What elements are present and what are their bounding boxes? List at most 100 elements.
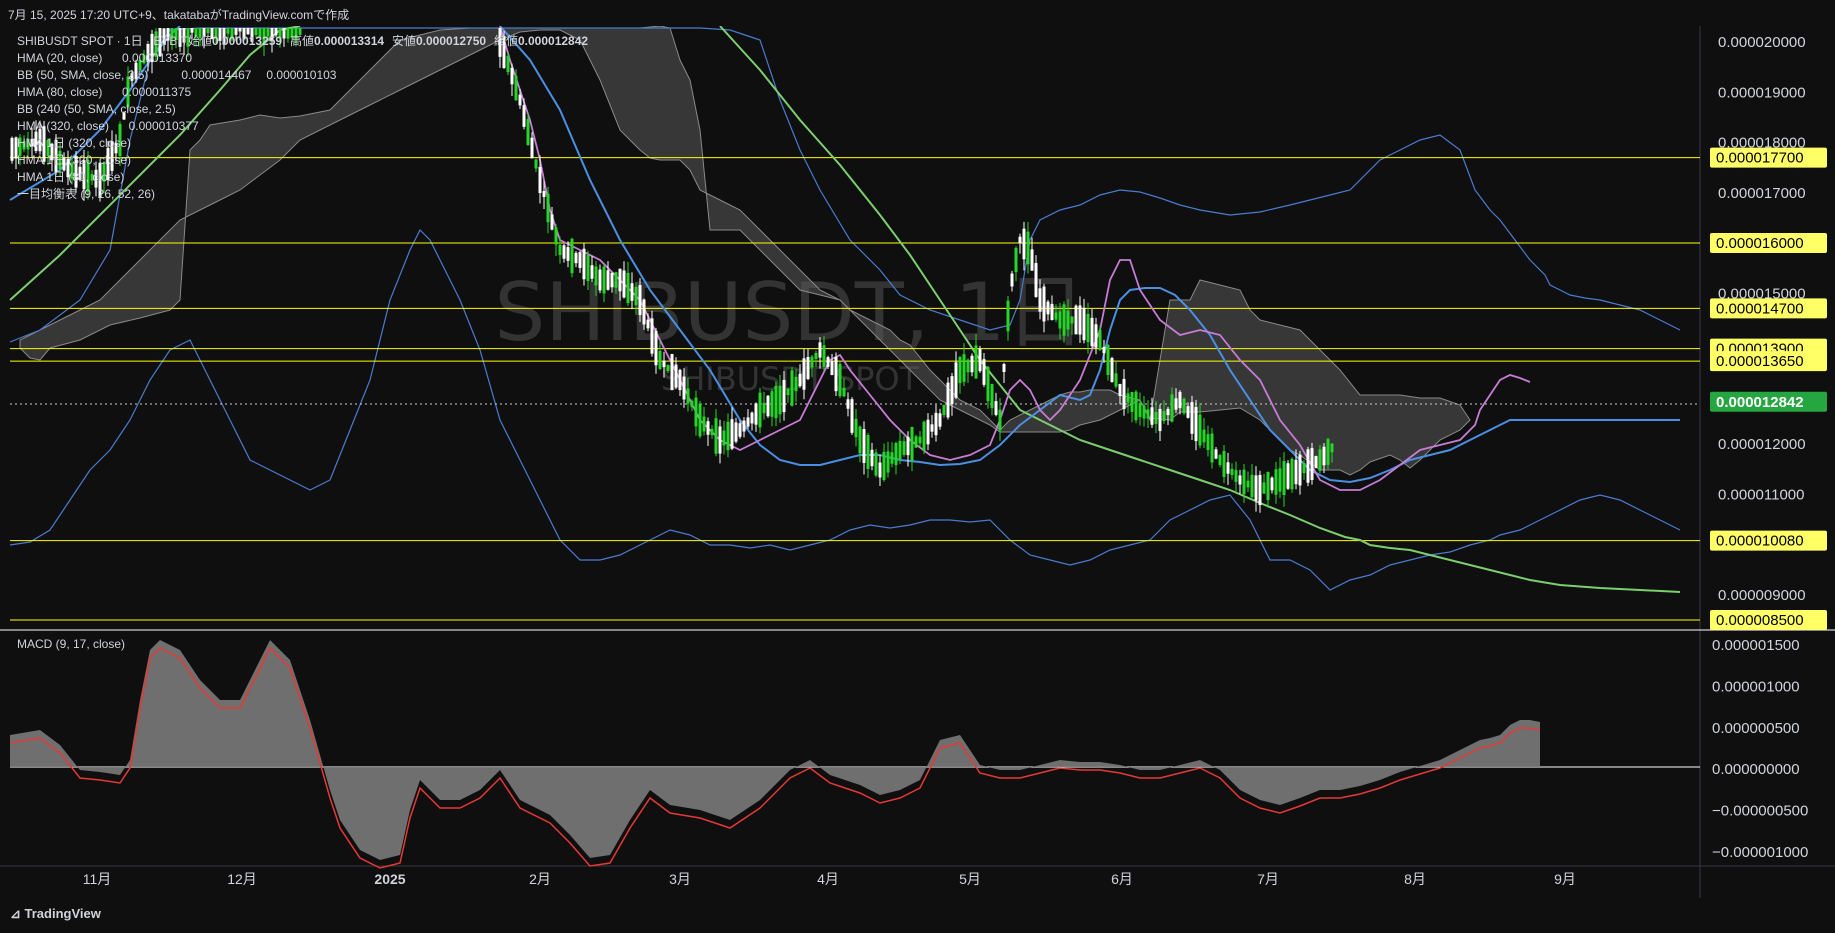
candle-body	[930, 424, 934, 432]
candle-body	[1226, 462, 1230, 474]
candle-body	[1302, 462, 1306, 474]
candle-body	[954, 362, 958, 398]
candle-body	[694, 397, 698, 427]
candle-body	[958, 356, 962, 384]
candle-body	[562, 245, 566, 259]
candle-body	[542, 190, 546, 198]
time-tick: 8月	[1404, 871, 1426, 887]
candle-body	[1218, 455, 1222, 465]
candle-body	[838, 363, 842, 397]
macd-legend: MACD (9, 17, close)	[17, 637, 125, 651]
candle-body	[282, 28, 286, 39]
candle-body	[654, 330, 658, 366]
indicator-value: 0.000010103	[266, 68, 336, 82]
tradingview-icon: ⊿	[10, 906, 25, 921]
candle-body	[1274, 469, 1278, 495]
indicator-name: BB (240 (50, SMA, close, 2.5)	[17, 102, 176, 116]
candle-body	[698, 403, 702, 437]
candle-body	[1270, 477, 1274, 491]
candle-body	[1310, 448, 1314, 480]
candle-body	[1186, 406, 1190, 418]
candle-body	[802, 358, 806, 390]
indicator-name: 一目均衡表 (9, 26, 52, 26)	[17, 187, 155, 201]
candle-body	[526, 119, 530, 145]
indicator-name: HMA (320, close)	[17, 119, 109, 133]
candle-body	[822, 345, 826, 367]
indicator-value: 0.000014467	[181, 68, 251, 82]
candle-body	[814, 352, 818, 360]
indicator-name: HMA 1日 (320, close)	[17, 136, 131, 150]
candle-body	[894, 442, 898, 466]
level-pill-text: 0.000016000	[1716, 235, 1804, 252]
candle-body	[746, 417, 750, 427]
candle-body	[510, 67, 514, 85]
legend-title: SHIBUSDT SPOT · 1日 · BYBIT	[17, 34, 189, 48]
candle-body	[1066, 310, 1070, 330]
candle-body	[190, 28, 194, 33]
candle-body	[1206, 434, 1210, 450]
candle-body	[1214, 449, 1218, 459]
chart-canvas[interactable]: SHIBUSDT, 1日 SHIBUSDT SPOT 0.0000200000.…	[0, 26, 1835, 933]
ohlc-value: 0.000012842	[518, 34, 588, 48]
ohlc-value: 0.000013259	[212, 34, 282, 48]
candle-body	[1110, 358, 1114, 382]
candle-body	[638, 285, 642, 315]
candle-body	[522, 105, 526, 127]
indicator-name: HMA (80, close)	[17, 85, 102, 99]
indicator-name: BB (50, SMA, close, 2.5)	[17, 68, 148, 82]
candle-body	[966, 359, 970, 373]
candle-body	[678, 369, 682, 391]
macd-tick: 0.000001500	[1712, 637, 1800, 654]
candle-body	[1114, 373, 1118, 387]
candle-body	[666, 364, 670, 372]
candle-body	[734, 422, 738, 442]
candle-body	[1266, 471, 1270, 501]
candle-body	[1106, 344, 1110, 376]
time-tick: 5月	[959, 871, 981, 887]
candle-body	[1234, 470, 1238, 482]
candle-body	[514, 75, 518, 101]
candle-body	[706, 421, 710, 435]
indicator-name: HMA 1日 (80, close)	[17, 170, 124, 184]
candle-body	[1154, 412, 1158, 424]
candle-body	[1286, 463, 1290, 489]
candle-body	[1210, 433, 1214, 463]
level-pill-text: 0.000010080	[1716, 533, 1804, 550]
price-tick: 0.000017000	[1718, 185, 1806, 202]
tradingview-logo[interactable]: ⊿ TradingView	[10, 906, 101, 922]
candle-body	[846, 399, 850, 409]
candle-body	[574, 252, 578, 264]
time-axis: 11月 12月 2025 2月 3月 4月 5月 6月 7月 8月 9月	[83, 871, 1576, 887]
candle-body	[1290, 458, 1294, 490]
candle-body	[874, 452, 878, 476]
candle-body	[674, 364, 678, 388]
candle-body	[650, 318, 654, 354]
candle-body	[1046, 301, 1050, 315]
candle-body	[582, 248, 586, 280]
candle-body	[594, 266, 598, 286]
candle-body	[970, 355, 974, 373]
indicator-name: HMA 1日 (320, close)	[17, 153, 131, 167]
candle-body	[1162, 410, 1166, 422]
candle-body	[1022, 228, 1026, 260]
candle-body	[982, 359, 986, 385]
candle-body	[718, 426, 722, 454]
candle-body	[602, 266, 606, 294]
candle-body	[946, 382, 950, 418]
candle-body	[670, 354, 674, 390]
candle-body	[1146, 409, 1150, 419]
candle-body	[906, 436, 910, 456]
time-tick: 7月	[1257, 871, 1279, 887]
candle-body	[862, 429, 866, 463]
candle-body	[726, 421, 730, 451]
candle-body	[1050, 303, 1054, 321]
candle-body	[614, 272, 618, 288]
candle-body	[778, 385, 782, 415]
candle-body	[1278, 468, 1282, 492]
candle-body	[642, 299, 646, 325]
candle-body	[10, 137, 14, 161]
candle-body	[858, 426, 862, 454]
macd-area	[10, 640, 1540, 860]
macd-axis: 0.000001500 0.000001000 0.000000500 0.00000…	[1712, 637, 1808, 861]
candle-body	[826, 357, 830, 367]
